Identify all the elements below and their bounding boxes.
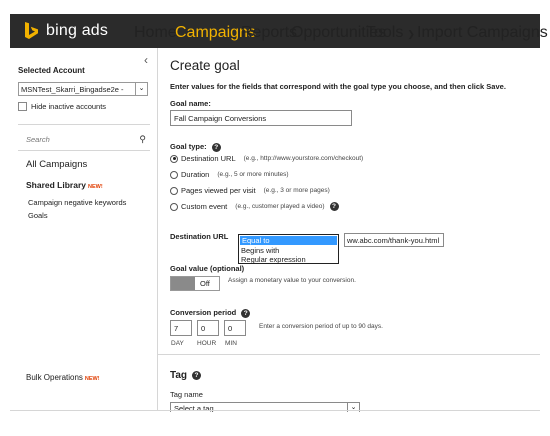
nav-home[interactable]: Home (134, 24, 177, 42)
search-placeholder: Search (26, 135, 50, 144)
bing-ads-logo[interactable]: bing ads (24, 20, 108, 42)
nav-tools-label: Tools (366, 24, 404, 41)
radio-button[interactable] (170, 170, 178, 179)
destination-url-label: Destination URL (170, 232, 229, 241)
toggle-knob[interactable] (171, 277, 195, 290)
help-icon[interactable]: ? (192, 370, 202, 380)
radio-button-selected[interactable] (170, 154, 178, 163)
destination-url-value: ww.abc.com/thank-you.html (347, 236, 440, 245)
period-hour-unit: HOUR (197, 340, 217, 347)
account-select-value: MSNTest_Skarri_Bingadse2e - (21, 85, 124, 94)
radio-button[interactable] (170, 202, 178, 211)
bing-logo-icon (24, 21, 40, 41)
bulk-operations-label: Bulk Operations (26, 373, 83, 382)
sidebar-search[interactable]: Search ⚲ (18, 133, 150, 147)
shared-library-label: Shared Library (26, 180, 86, 190)
goal-type-option-hint: (e.g., 5 or more minutes) (217, 171, 289, 178)
search-icon[interactable]: ⚲ (139, 134, 146, 145)
brand-name: bing ads (46, 22, 109, 39)
help-icon[interactable]: ? (329, 202, 339, 211)
sidebar-item-goals[interactable]: Goals (28, 211, 48, 220)
selected-account-label: Selected Account (18, 66, 85, 75)
hide-inactive-checkbox[interactable] (18, 102, 27, 111)
tag-name-label: Tag name (170, 390, 203, 399)
section-divider (158, 354, 540, 355)
nav-import-campaigns[interactable]: Import Campaigns❯ (417, 24, 550, 42)
goal-type-pages-viewed[interactable]: Pages viewed per visit (e.g., 3 or more … (170, 186, 330, 195)
goal-type-duration[interactable]: Duration (e.g., 5 or more minutes) (170, 170, 289, 179)
goal-name-input[interactable]: Fall Campaign Conversions (170, 110, 352, 126)
top-navigation-bar: bing ads Home Campaigns Reports Opportun… (10, 14, 548, 48)
nav-import-label: Import Campaigns (417, 24, 548, 41)
goal-value-toggle[interactable]: Off (170, 276, 220, 291)
conversion-period-text: Conversion period (170, 308, 237, 317)
goal-name-label: Goal name: (170, 99, 211, 108)
period-hour-value: 0 (201, 324, 206, 333)
match-option-regular-expression[interactable]: Regular expression (239, 255, 338, 264)
tag-heading: Tag? (170, 370, 202, 381)
conversion-period-hint: Enter a conversion period of up to 90 da… (259, 323, 383, 330)
sidebar-divider (18, 150, 150, 151)
goal-type-option-hint: (e.g., customer played a video) (235, 203, 325, 210)
nav-reports[interactable]: Reports (241, 24, 297, 42)
period-min-input[interactable]: 0 (224, 320, 246, 336)
collapse-sidebar-icon[interactable]: ‹ (144, 53, 148, 67)
sidebar-divider (18, 124, 150, 125)
account-select[interactable]: MSNTest_Skarri_Bingadse2e - ⌄ (18, 82, 148, 96)
match-option-equal-to[interactable]: Equal to (240, 236, 337, 245)
goal-name-value: Fall Campaign Conversions (174, 114, 267, 123)
sidebar-item-campaign-negative-keywords[interactable]: Campaign negative keywords (28, 198, 126, 207)
period-min-value: 0 (228, 324, 233, 333)
match-option-begins-with[interactable]: Begins with (239, 246, 338, 255)
goal-type-option-label: Duration (181, 170, 210, 179)
hide-inactive-row[interactable]: Hide inactive accounts (18, 102, 106, 111)
period-min-unit: MIN (225, 340, 237, 347)
goal-type-option-label: Custom event (181, 202, 228, 211)
goal-value-hint: Assign a monetary value to your conversi… (228, 277, 356, 284)
match-type-dropdown-list[interactable]: Equal to Begins with Regular expression (238, 234, 339, 264)
form-instructions: Enter values for the fields that corresp… (170, 82, 506, 91)
period-hour-input[interactable]: 0 (197, 320, 219, 336)
goal-type-option-hint: (e.g., http://www.yourstore.com/checkout… (243, 155, 364, 162)
goal-type-option-hint: (e.g., 3 or more pages) (263, 187, 330, 194)
sidebar-item-all-campaigns[interactable]: All Campaigns (26, 159, 87, 170)
goal-value-label: Goal value (optional) (170, 264, 245, 273)
sidebar-item-bulk-operations[interactable]: Bulk Operations NEW! (26, 373, 100, 382)
new-badge: NEW! (84, 376, 100, 382)
hide-inactive-label: Hide inactive accounts (31, 102, 107, 111)
page-title: Create goal (170, 58, 240, 73)
tag-heading-text: Tag (170, 370, 188, 381)
sidebar: ‹ Selected Account MSNTest_Skarri_Bingad… (10, 48, 158, 410)
chevron-down-icon: ❯ (407, 29, 415, 39)
help-icon[interactable]: ? (211, 142, 221, 152)
destination-url-input[interactable]: ww.abc.com/thank-you.html (344, 233, 444, 247)
chevron-down-icon: ⌄ (135, 83, 147, 95)
radio-button[interactable] (170, 186, 178, 195)
goal-type-option-label: Destination URL (181, 154, 236, 163)
conversion-period-label: Conversion period? (170, 308, 251, 318)
goal-type-destination-url[interactable]: Destination URL (e.g., http://www.yourst… (170, 154, 363, 163)
toggle-state: Off (200, 279, 210, 288)
period-day-input[interactable]: 7 (170, 320, 192, 336)
nav-tools[interactable]: Tools ❯ (366, 24, 415, 42)
page-bottom-divider (10, 410, 540, 411)
new-badge: NEW! (88, 184, 103, 190)
goal-type-label: Goal type:? (170, 142, 221, 152)
sidebar-item-shared-library[interactable]: Shared Library NEW! (26, 180, 103, 190)
create-goal-form: Create goal Enter values for the fields … (158, 48, 540, 412)
goal-type-option-label: Pages viewed per visit (181, 186, 256, 195)
goal-type-text: Goal type: (170, 142, 207, 151)
help-icon[interactable]: ? (241, 308, 251, 318)
goal-type-custom-event[interactable]: Custom event (e.g., customer played a vi… (170, 202, 339, 211)
period-day-value: 7 (174, 324, 179, 333)
period-day-unit: DAY (171, 340, 184, 347)
